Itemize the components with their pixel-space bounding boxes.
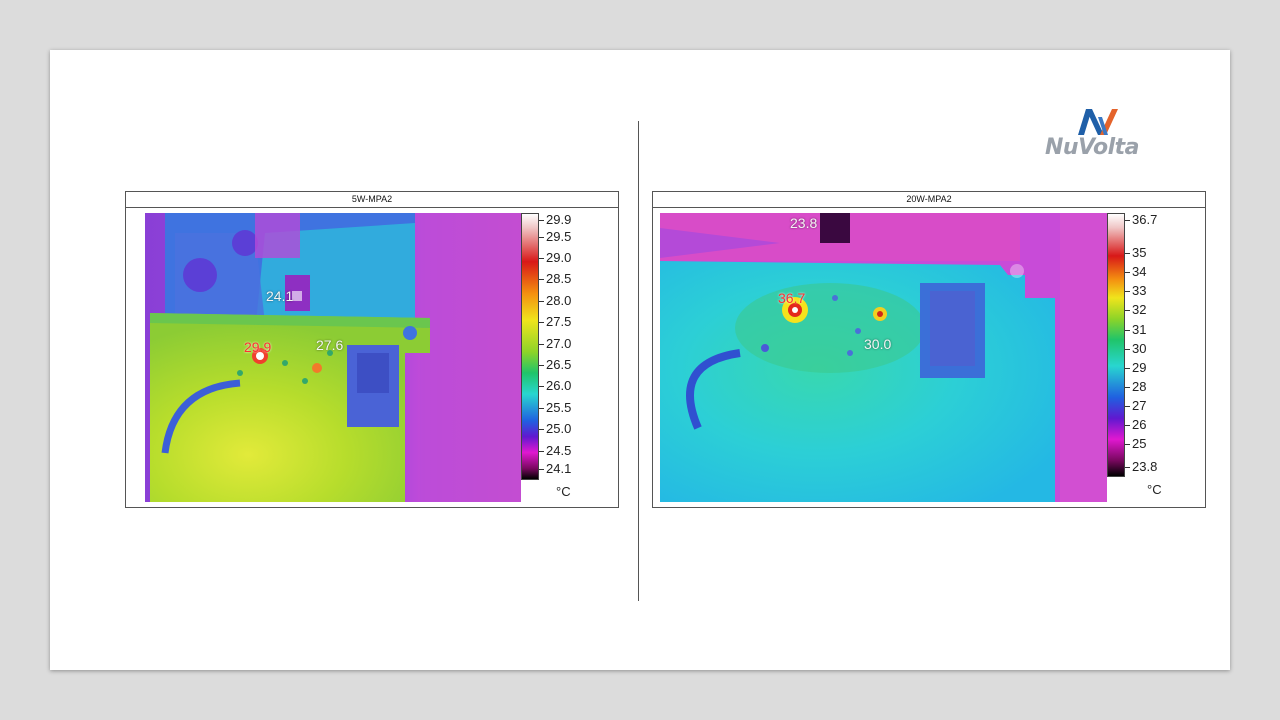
temperature-colorbar: [521, 213, 539, 480]
logo-mark-icon: [1078, 109, 1118, 135]
max-temp-marker: 29.9: [244, 339, 272, 355]
scale-label: 27: [1132, 398, 1147, 413]
scale-label: 23.8: [1132, 459, 1158, 474]
spot-temp-marker: 27.6: [316, 337, 344, 353]
panel-title: 20W-MPA2: [653, 192, 1205, 208]
temperature-colorbar: [1107, 213, 1125, 477]
scale-label: 26.0: [546, 378, 572, 393]
scale-label: 28.0: [546, 293, 572, 308]
min-temp-marker: 24.1: [266, 288, 294, 304]
scale-label: 29: [1132, 360, 1147, 375]
scale-label: 27.0: [546, 336, 572, 351]
scale-label: 29.9: [546, 212, 572, 227]
scale-label: 24.1: [546, 461, 572, 476]
vertical-divider: [638, 121, 639, 601]
unit-label: °C: [556, 484, 571, 499]
thermal-panel-20w: 20W-MPA2 23.8 36.7 30.0 36.7 35 34 33 32…: [652, 191, 1206, 508]
scale-label: 26.5: [546, 357, 572, 372]
scale-label: 29.5: [546, 229, 572, 244]
scale-label: 31: [1132, 322, 1147, 337]
scale-label: 29.0: [546, 250, 572, 265]
scale-label: 34: [1132, 264, 1147, 279]
spot-temp-marker: 30.0: [864, 336, 892, 352]
scale-label: 35: [1132, 245, 1147, 260]
max-temp-marker: 36.7: [778, 290, 806, 306]
slide: NuVolta 5W-MPA2 24.1 29.9 27.6 29.9 29.5…: [50, 50, 1230, 670]
scale-label: 25: [1132, 436, 1147, 451]
scale-label: 30: [1132, 341, 1147, 356]
scale-label: 32: [1132, 302, 1147, 317]
scale-label: 33: [1132, 283, 1147, 298]
nuvolta-logo: NuVolta: [1045, 107, 1160, 163]
scale-label: 26: [1132, 417, 1147, 432]
thermal-image: 24.1 29.9 27.6: [145, 213, 521, 502]
scale-label: 28: [1132, 379, 1147, 394]
scale-label: 25.5: [546, 400, 572, 415]
scale-label: 24.5: [546, 443, 572, 458]
thermal-panel-5w: 5W-MPA2 24.1 29.9 27.6 29.9 29.5 29.0 28…: [125, 191, 619, 508]
min-temp-marker: 23.8: [790, 215, 818, 231]
panel-title: 5W-MPA2: [126, 192, 618, 208]
scale-label: 25.0: [546, 421, 572, 436]
logo-wordmark: NuVolta: [1045, 135, 1140, 160]
scale-label: 28.5: [546, 271, 572, 286]
unit-label: °C: [1147, 482, 1162, 497]
thermal-image: 23.8 36.7 30.0: [660, 213, 1107, 502]
scale-label: 27.5: [546, 314, 572, 329]
scale-label: 36.7: [1132, 212, 1158, 227]
